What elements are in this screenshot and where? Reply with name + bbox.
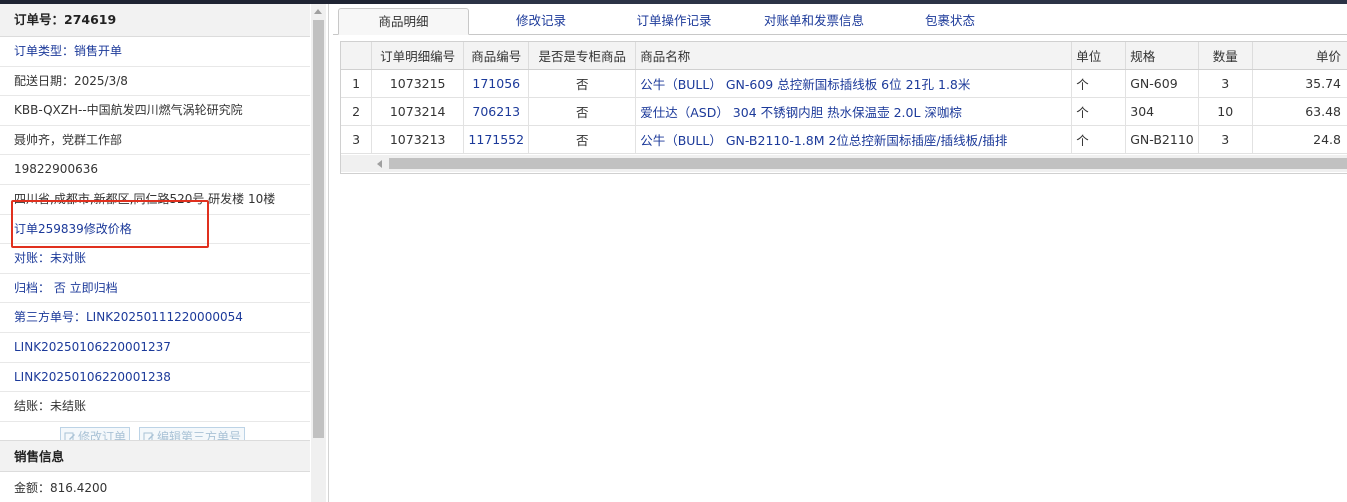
product-id-link[interactable]: 1171552 [463, 125, 530, 154]
unit: 个 [1071, 97, 1127, 126]
counter-flag: 否 [528, 97, 637, 126]
unit: 个 [1071, 69, 1127, 98]
col-header-unit[interactable]: 单位 [1071, 42, 1127, 70]
tab-change-log[interactable]: 修改记录 [493, 8, 589, 34]
product-name-link[interactable]: 公牛（BULL） GN-B2110-1.8M 2位总控新国标插座/插线板/插排 [635, 125, 1073, 154]
reconcile-status[interactable]: 对账：未对账 [0, 244, 310, 274]
col-header-product-name[interactable]: 商品名称 [635, 42, 1073, 70]
third-party-order-no-3[interactable]: LINK20250106220001238 [0, 363, 310, 393]
order-detail-panel: 商品明细 修改记录 订单操作记录 对账单和发票信息 包裹状态 订单明细编号 商品… [333, 4, 1347, 502]
tab-operation-log[interactable]: 订单操作记录 [619, 8, 729, 34]
counter-flag: 否 [528, 125, 637, 154]
third-party-order-no-2[interactable]: LINK20250106220001237 [0, 333, 310, 363]
spec: GN-609 [1125, 69, 1199, 98]
sales-info-title: 销售信息 [0, 440, 310, 472]
customer-org: KBB-QXZH--中国航发四川燃气涡轮研究院 [0, 96, 310, 126]
table-row[interactable]: 3 1073213 1171552 否 公牛（BULL） GN-B2110-1.… [341, 125, 1347, 154]
scroll-left-icon[interactable] [377, 160, 382, 168]
order-info-panel: 订单号：274619 订单类型：销售开单 配送日期：2025/3/8 KBB-Q… [0, 4, 329, 502]
order-number-title: 订单号：274619 [0, 4, 310, 37]
delivery-date: 配送日期：2025/3/8 [0, 67, 310, 97]
row-number: 2 [341, 97, 373, 126]
table-row[interactable]: 2 1073214 706213 否 爱仕达（ASD） 304 不锈钢内胆 热水… [341, 97, 1347, 126]
table-row[interactable]: 1 1073215 171056 否 公牛（BULL） GN-609 总控新国标… [341, 69, 1347, 98]
product-name-link[interactable]: 公牛（BULL） GN-609 总控新国标插线板 6位 21孔 1.8米 [635, 69, 1073, 98]
tab-package-status[interactable]: 包裹状态 [907, 8, 993, 34]
detail-tabs: 商品明细 修改记录 订单操作记录 对账单和发票信息 包裹状态 [333, 4, 1347, 35]
col-header-counter[interactable]: 是否是专柜商品 [528, 42, 637, 70]
unit-price: 63.48 [1252, 97, 1347, 126]
detail-id: 1073213 [371, 125, 465, 154]
spec: GN-B2110 [1125, 125, 1199, 154]
product-id-link[interactable]: 171056 [463, 69, 530, 98]
scroll-up-icon[interactable] [314, 9, 322, 14]
col-header-spec[interactable]: 规格 [1125, 42, 1199, 70]
col-header-product-id[interactable]: 商品编号 [463, 42, 530, 70]
detail-id: 1073215 [371, 69, 465, 98]
tab-statement-invoice[interactable]: 对账单和发票信息 [743, 8, 885, 34]
detail-id: 1073214 [371, 97, 465, 126]
sales-amount: 金额：816.4200 [14, 481, 108, 495]
product-name-link[interactable]: 爱仕达（ASD） 304 不锈钢内胆 热水保温壶 2.0L 深咖棕 [635, 97, 1073, 126]
col-header-price[interactable]: 单价 [1252, 42, 1347, 70]
contact-name: 聂帅齐，党群工作部 [0, 126, 310, 156]
archive-status[interactable]: 归档： 否 立即归档 [0, 274, 310, 304]
grid-horizontal-scrollbar[interactable] [341, 155, 1347, 172]
col-header-rownum [341, 42, 373, 70]
row-number: 1 [341, 69, 373, 98]
grid-header-row: 订单明细编号 商品编号 是否是专柜商品 商品名称 单位 规格 数量 单价 [341, 42, 1347, 70]
quantity: 3 [1198, 125, 1253, 154]
product-id-link[interactable]: 706213 [463, 97, 530, 126]
unit: 个 [1071, 125, 1127, 154]
unit-price: 35.74 [1252, 69, 1347, 98]
quantity: 10 [1198, 97, 1253, 126]
settlement-status: 结账：未结账 [0, 392, 310, 422]
quantity: 3 [1198, 69, 1253, 98]
contact-phone: 19822900636 [0, 155, 310, 185]
annotation-highlight-box [11, 200, 209, 248]
scroll-thumb[interactable] [313, 20, 324, 438]
tab-product-details[interactable]: 商品明细 [338, 8, 469, 35]
col-header-detail-id[interactable]: 订单明细编号 [371, 42, 465, 70]
scroll-thumb[interactable] [389, 158, 1347, 169]
unit-price: 24.8 [1252, 125, 1347, 154]
left-panel-scrollbar[interactable] [311, 4, 326, 502]
col-header-qty[interactable]: 数量 [1198, 42, 1253, 70]
third-party-order-no[interactable]: 第三方单号：LINK20250111220000054 [0, 303, 310, 333]
counter-flag: 否 [528, 69, 637, 98]
product-grid: 订单明细编号 商品编号 是否是专柜商品 商品名称 单位 规格 数量 单价 1 1… [340, 41, 1347, 174]
order-type[interactable]: 订单类型：销售开单 [0, 37, 310, 67]
row-number: 3 [341, 125, 373, 154]
spec: 304 [1125, 97, 1199, 126]
